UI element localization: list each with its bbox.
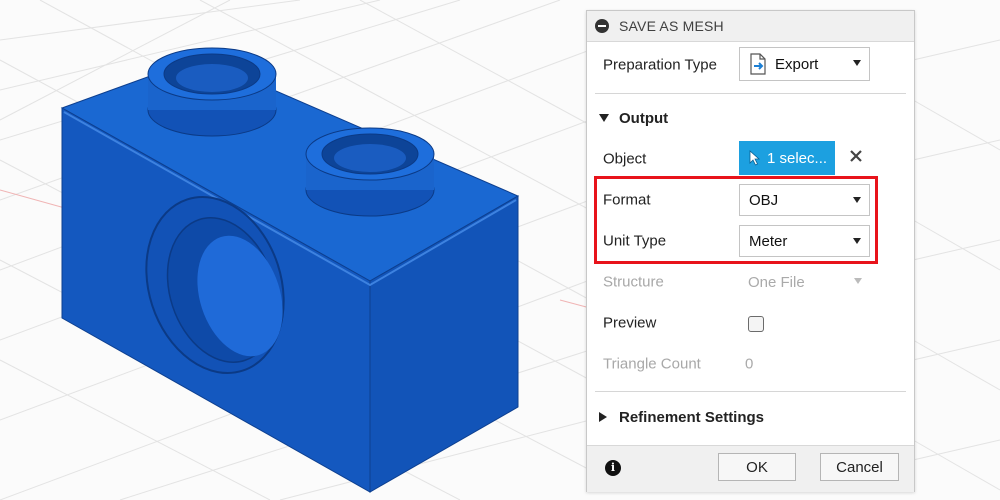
object-selection-button[interactable]: 1 selec... xyxy=(739,141,835,175)
expand-right-icon xyxy=(599,412,607,422)
refinement-settings-label: Refinement Settings xyxy=(619,408,765,426)
preview-row: Preview xyxy=(587,303,914,343)
refinement-settings-header[interactable]: Refinement Settings xyxy=(587,400,914,434)
dialog-footer: i OK Cancel xyxy=(587,445,914,492)
output-section-label: Output xyxy=(619,109,669,127)
preparation-type-label: Preparation Type xyxy=(603,56,717,74)
object-label: Object xyxy=(603,150,647,168)
info-icon[interactable]: i xyxy=(605,460,621,476)
divider xyxy=(595,391,906,392)
chevron-down-icon xyxy=(854,278,862,284)
output-section-header[interactable]: Output xyxy=(587,101,914,135)
collapse-dialog-icon[interactable] xyxy=(595,19,609,33)
preparation-type-value: Export xyxy=(775,55,819,73)
structure-value: One File xyxy=(748,273,805,291)
preparation-type-dropdown[interactable]: Export xyxy=(739,47,870,81)
triangle-count-label: Triangle Count xyxy=(603,355,701,373)
close-icon[interactable] xyxy=(849,149,863,163)
preview-label: Preview xyxy=(603,314,657,332)
triangle-count-row: Triangle Count 0 xyxy=(587,344,914,384)
preparation-type-row: Preparation Type Export xyxy=(587,45,914,85)
cursor-icon xyxy=(749,150,761,166)
lego-technic-brick-model[interactable] xyxy=(60,47,520,493)
dialog-title: SAVE AS MESH xyxy=(619,18,724,34)
object-row: Object 1 selec... xyxy=(587,139,914,179)
format-unit-highlight-box xyxy=(594,176,878,264)
triangle-count-value: 0 xyxy=(745,355,754,373)
structure-label: Structure xyxy=(603,273,664,291)
ok-button[interactable]: OK xyxy=(718,453,796,481)
chevron-down-icon xyxy=(853,60,861,66)
divider xyxy=(595,93,906,94)
preview-checkbox[interactable] xyxy=(748,316,764,332)
structure-dropdown: One File xyxy=(739,266,870,298)
structure-row: Structure One File xyxy=(587,262,914,302)
cancel-button[interactable]: Cancel xyxy=(820,453,899,481)
export-icon xyxy=(750,53,766,75)
object-selection-text: 1 selec... xyxy=(767,149,828,167)
dialog-header[interactable]: SAVE AS MESH xyxy=(587,11,914,42)
expand-down-icon xyxy=(599,114,609,122)
